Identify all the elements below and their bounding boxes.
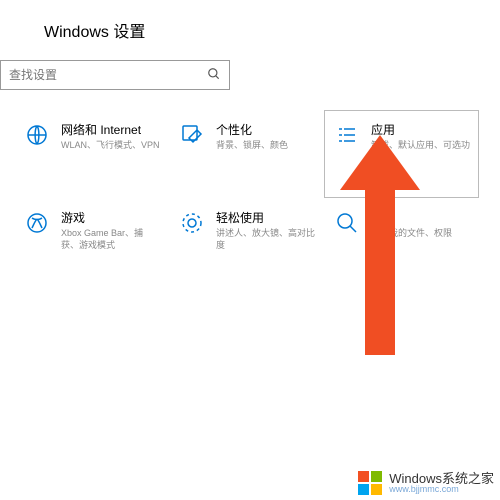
xbox-icon [23, 209, 51, 237]
tile-title: 游戏 [61, 209, 160, 226]
tile-search[interactable]: 搜索 查找我的文件、权限 [324, 198, 479, 286]
tile-desc: 卸载、默认应用、可选功能 [371, 140, 470, 163]
globe-icon [23, 121, 51, 149]
tile-gaming[interactable]: 游戏 Xbox Game Bar、捕获、游戏模式 [14, 198, 169, 286]
tile-title: 个性化 [216, 121, 288, 138]
tile-apps[interactable]: 应用 卸载、默认应用、可选功能 [324, 110, 479, 198]
tile-personalize[interactable]: 个性化 背景、锁屏、颜色 [169, 110, 324, 198]
tile-title: 搜索 [371, 209, 452, 226]
tile-title: 网络和 Internet [61, 121, 160, 138]
brush-icon [178, 121, 206, 149]
settings-tiles: 网络和 Internet WLAN、飞行模式、VPN 个性化 背景、锁屏、颜色 … [0, 110, 500, 286]
watermark: Windows系统之家 www.bjjmmc.com [357, 470, 494, 496]
page-title: Windows 设置 [44, 18, 500, 42]
tile-ease[interactable]: 轻松使用 讲述人、放大镜、高对比度 [169, 198, 324, 286]
tile-title: 应用 [371, 121, 470, 138]
ease-icon [178, 209, 206, 237]
tile-desc: 讲述人、放大镜、高对比度 [216, 228, 315, 251]
tile-desc: Xbox Game Bar、捕获、游戏模式 [61, 228, 160, 251]
search-icon [207, 67, 221, 84]
tile-network[interactable]: 网络和 Internet WLAN、飞行模式、VPN [14, 110, 169, 198]
tile-desc: 背景、锁屏、颜色 [216, 140, 288, 152]
tile-title: 轻松使用 [216, 209, 315, 226]
tile-desc: WLAN、飞行模式、VPN [61, 140, 160, 152]
tile-desc: 查找我的文件、权限 [371, 228, 452, 240]
watermark-url: www.bjjmmc.com [389, 485, 494, 494]
magnify-icon [333, 209, 361, 237]
search-input[interactable] [9, 68, 207, 82]
watermark-logo-icon [357, 470, 383, 496]
apps-icon [333, 121, 361, 149]
search-box[interactable] [0, 60, 230, 90]
